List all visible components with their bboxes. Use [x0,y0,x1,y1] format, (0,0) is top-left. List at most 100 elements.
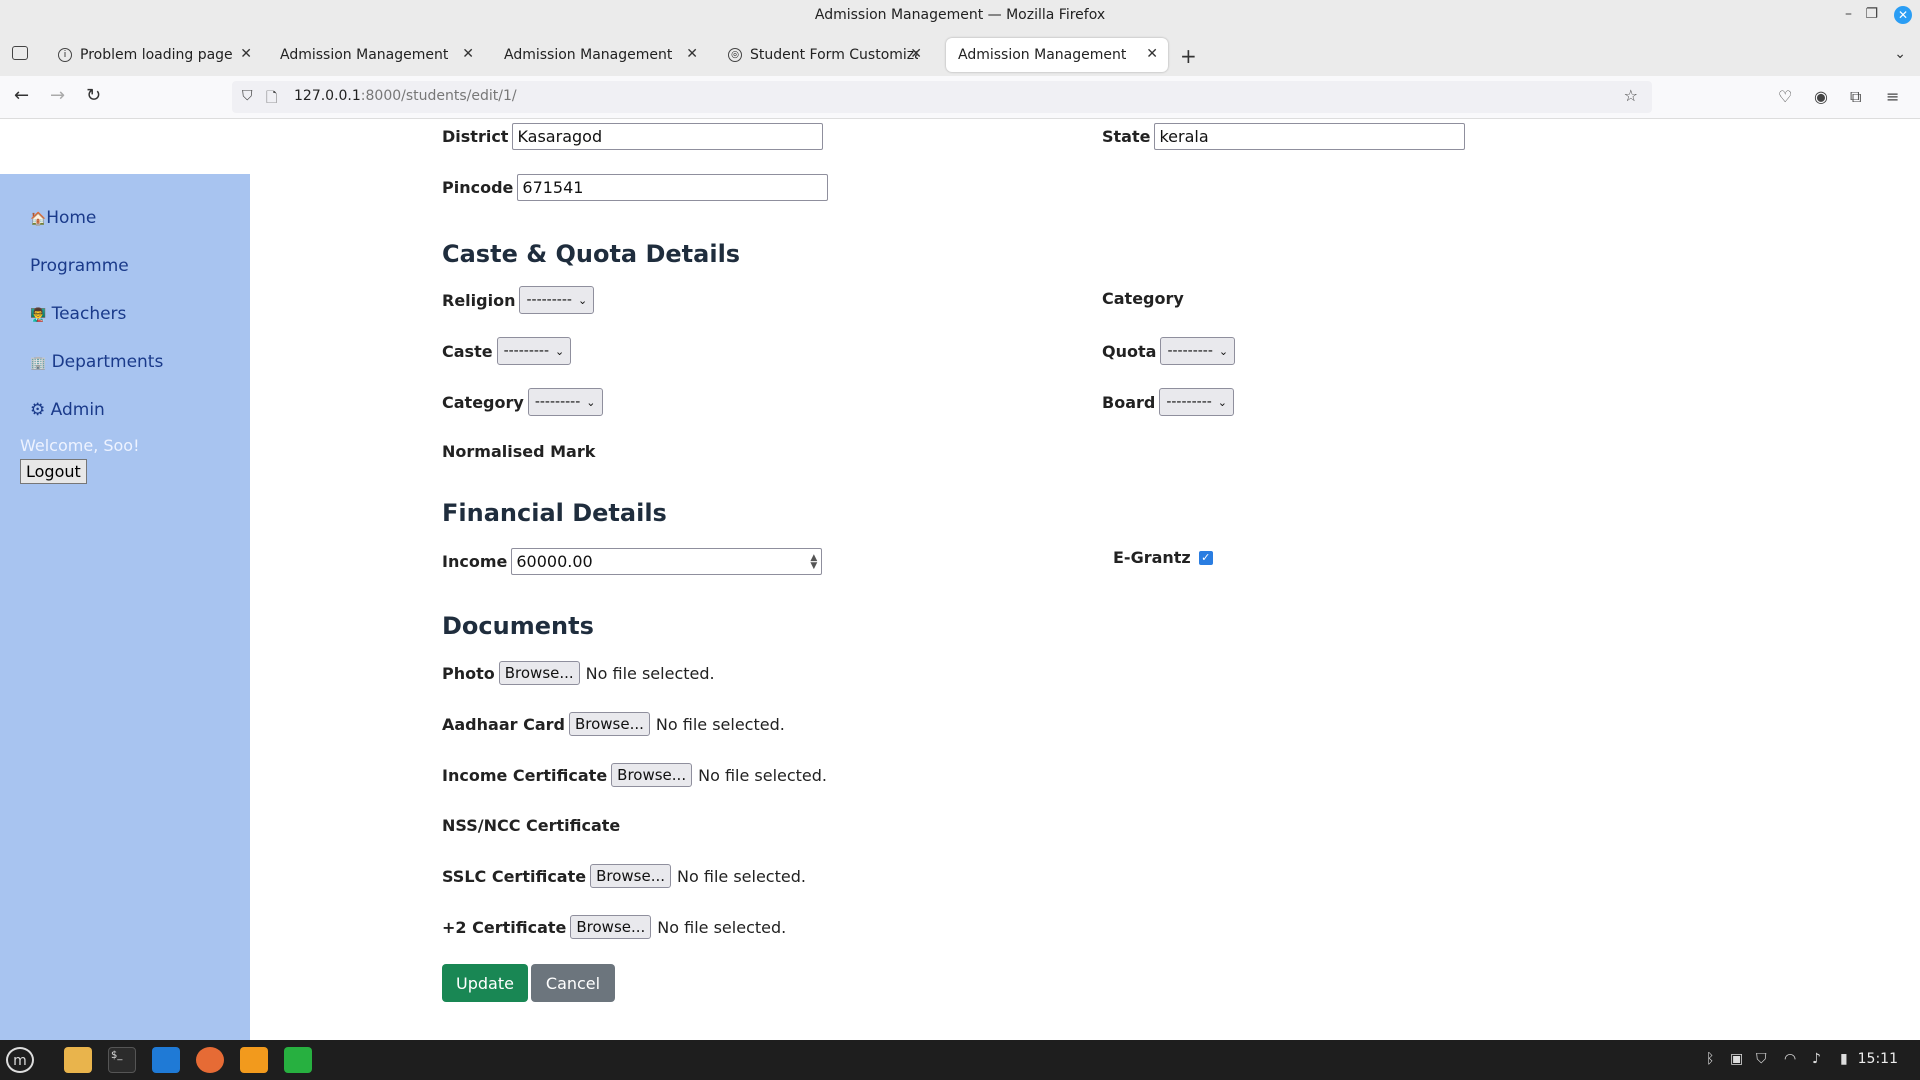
sidebar-item-teachers[interactable]: 👨‍🏫 Teachers [30,304,126,324]
pocket-icon[interactable]: ♡ [1778,87,1792,106]
shield-tray-icon[interactable]: ⛉ [1756,1051,1767,1067]
tab-admission-1[interactable]: Admission Management ✕ [268,38,484,72]
tab-student-form[interactable]: ◎ Student Form Customizatio ✕ [716,38,932,72]
tab-label: Admission Management [958,47,1127,63]
category-label: Category [442,392,524,412]
close-tab-icon[interactable]: ✕ [910,46,922,62]
religion-value: --------- [526,292,572,308]
clipboard-icon[interactable]: ▣ [1730,1051,1743,1067]
close-tab-icon[interactable]: ✕ [240,46,252,62]
tab-label: Problem loading page [80,47,233,63]
back-icon[interactable]: ← [14,85,29,106]
sidebar-item-label: Admin [50,400,105,420]
sslc-file-status: No file selected. [677,866,806,886]
caste-label: Caste [442,341,493,361]
pincode-input[interactable]: 671541 [517,174,829,201]
reload-icon[interactable]: ↻ [86,85,101,106]
battery-icon[interactable]: ▮ [1840,1051,1848,1067]
url-text[interactable]: 127.0.0.1:8000/students/edit/1/ [294,88,517,104]
bluetooth-icon[interactable]: ᛒ [1706,1051,1714,1067]
close-tab-icon[interactable]: ✕ [686,46,698,62]
shield-icon[interactable]: ⛉ [242,88,253,104]
caste-select[interactable]: --------- ⌄ [496,337,572,365]
quota-select[interactable]: --------- ⌄ [1160,337,1236,365]
quota-row: Quota --------- ⌄ [1102,337,1236,365]
income-cert-browse-button[interactable]: Browse... [611,763,693,787]
chevron-down-icon: ⌄ [555,344,565,358]
extensions-icon[interactable]: ⧉ [1850,87,1861,107]
menu-icon[interactable]: ≡ [1886,87,1899,106]
firefox-view-icon[interactable] [12,46,28,60]
sidebar-item-programme[interactable]: Programme [30,256,129,276]
plus2-browse-button[interactable]: Browse... [570,915,652,939]
sidebar-item-admin[interactable]: ⚙ Admin [30,400,105,420]
photo-file-status: No file selected. [585,663,715,683]
board-select[interactable]: --------- ⌄ [1159,388,1235,416]
income-row: Income 60000.00 ▲ ▼ [442,548,823,575]
start-menu-icon[interactable]: m [6,1047,34,1073]
egrantz-checkbox[interactable]: ✓ [1198,550,1213,565]
update-button[interactable]: Update [442,964,528,1002]
close-tab-icon[interactable]: ✕ [1146,46,1158,62]
close-tab-icon[interactable]: ✕ [462,46,474,62]
logout-button[interactable]: Logout [20,459,87,484]
close-window-icon[interactable]: ✕ [1894,6,1912,24]
aadhaar-label: Aadhaar Card [442,714,565,734]
income-cert-file-status: No file selected. [698,765,828,785]
normalised-mark-label: Normalised Mark [442,442,596,461]
volume-icon[interactable]: ♪ [1812,1051,1821,1067]
minimize-icon[interactable]: – [1845,6,1852,22]
tab-admission-active[interactable]: Admission Management ✕ [946,38,1168,72]
category-select[interactable]: --------- ⌄ [527,388,603,416]
religion-row: Religion --------- ⌄ [442,286,595,314]
forward-icon[interactable]: → [50,85,65,106]
tab-problem-loading[interactable]: i Problem loading page ✕ [46,38,262,72]
sublime-text-icon[interactable] [240,1047,268,1073]
category-value: --------- [534,394,581,410]
spreadsheet-icon[interactable] [284,1047,312,1073]
income-cert-label: Income Certificate [442,765,608,785]
building-icon: 🏢 [30,356,47,371]
category-label-right: Category [1102,289,1184,308]
tab-bar: i Problem loading page ✕ Admission Manag… [0,32,1920,76]
chevron-down-icon: ⌄ [577,293,588,307]
caste-quota-heading: Caste & Quota Details [442,240,741,268]
plus2-file-status: No file selected. [657,917,787,937]
sidebar-item-home[interactable]: 🏠Home [30,208,96,228]
firefox-icon[interactable] [196,1047,224,1073]
district-row: District Kasaragod [442,123,824,150]
url-bar[interactable]: ⛉ 🗋 127.0.0.1:8000/students/edit/1/ ☆ [232,81,1652,113]
bookmark-star-icon[interactable]: ☆ [1624,86,1638,105]
terminal-icon[interactable]: $_ [108,1047,136,1073]
list-tabs-icon[interactable]: ⌄ [1894,46,1906,62]
site-icon: ◎ [728,48,742,62]
wifi-icon[interactable]: ◠ [1784,1051,1796,1067]
sidebar-item-label: Programme [30,256,129,276]
sslc-browse-button[interactable]: Browse... [590,864,672,888]
new-tab-icon[interactable]: + [1180,44,1197,68]
window-title: Admission Management — Mozilla Firefox [814,7,1106,23]
account-icon[interactable]: ◉ [1814,87,1828,106]
board-value: --------- [1166,394,1212,410]
maximize-icon[interactable]: ❐ [1865,6,1878,22]
religion-select[interactable]: --------- ⌄ [519,286,595,314]
clock[interactable]: 15:11 [1858,1051,1898,1067]
cancel-button[interactable]: Cancel [531,964,615,1002]
tab-label: Admission Management [504,47,673,63]
tab-admission-2[interactable]: Admission Management ✕ [492,38,708,72]
aadhaar-browse-button[interactable]: Browse... [568,712,650,736]
files-icon[interactable] [64,1047,92,1073]
vscode-icon[interactable] [152,1047,180,1073]
tab-label: Student Form Customizatio [750,47,918,63]
info-icon: i [58,48,72,62]
sidebar-item-departments[interactable]: 🏢 Departments [30,352,163,372]
sidebar-item-label: Departments [51,352,164,372]
district-input[interactable]: Kasaragod [512,123,824,150]
income-input[interactable]: 60000.00 ▲ ▼ [511,548,823,575]
sidebar-item-label: Teachers [51,304,127,324]
quota-value: --------- [1167,343,1213,359]
photo-browse-button[interactable]: Browse... [498,661,580,685]
spinner-icon[interactable]: ▲ ▼ [810,553,817,570]
state-input[interactable]: kerala [1154,123,1466,150]
board-label: Board [1102,392,1156,412]
